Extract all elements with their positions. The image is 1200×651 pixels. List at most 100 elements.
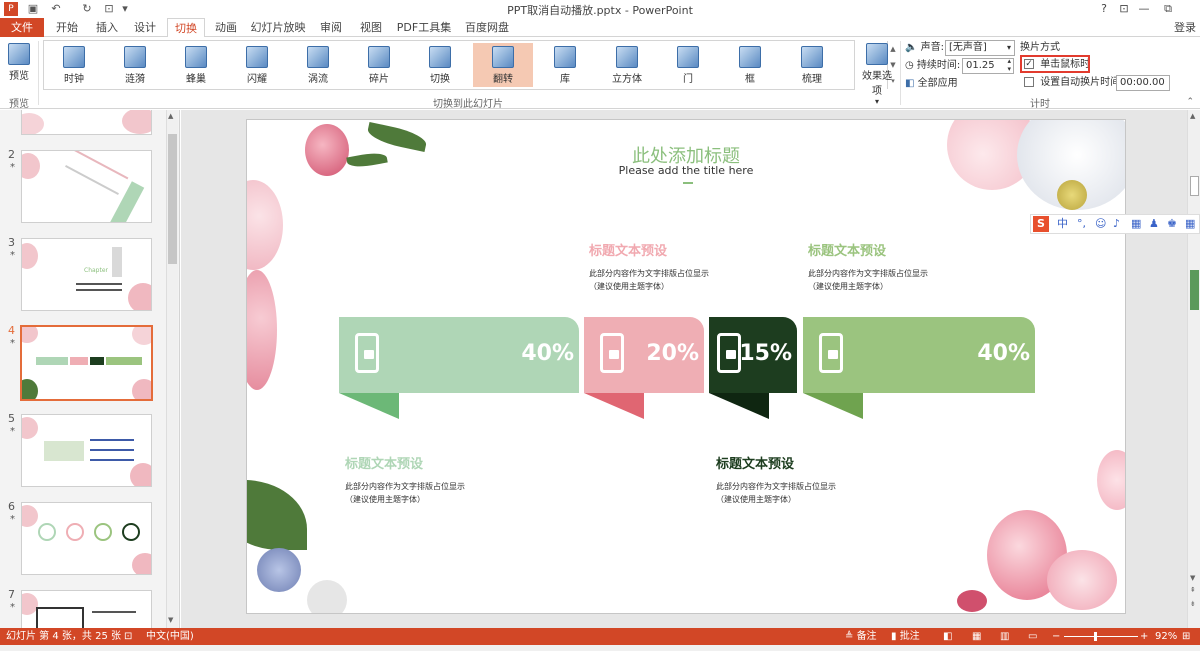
card-percent: 20%: [646, 341, 699, 366]
scroll-up-icon[interactable]: ▲: [168, 112, 173, 120]
vortex-transition-icon: [307, 46, 329, 68]
preview-button[interactable]: 预览: [4, 43, 34, 82]
language-status[interactable]: 中文(中国): [146, 628, 194, 645]
slide-thumbnail[interactable]: [21, 150, 152, 223]
minimize-icon[interactable]: —: [1134, 2, 1154, 15]
tab-baidu-netdisk[interactable]: 百度网盘: [460, 18, 514, 37]
transition-ripple[interactable]: 涟漪: [105, 43, 165, 87]
decor-card: [70, 357, 88, 365]
window-title: PPT取消自动播放.pptx - PowerPoint: [507, 4, 693, 17]
sound-dropdown[interactable]: [无声音] ▾: [945, 40, 1015, 56]
percent-card[interactable]: 40%: [339, 317, 579, 419]
transition-cube[interactable]: 立方体: [597, 43, 657, 87]
reading-view-icon[interactable]: ▥: [1000, 628, 1009, 645]
scroll-down-icon[interactable]: ▼: [168, 616, 173, 624]
transition-flip[interactable]: 翻转: [473, 43, 533, 87]
tab-file[interactable]: 文件: [0, 18, 44, 37]
after-time-option[interactable]: 设置自动换片时间:: [1024, 75, 1124, 91]
slideshow-view-icon[interactable]: ▭: [1028, 628, 1037, 645]
normal-view-icon[interactable]: ◧: [943, 628, 952, 645]
text-block-bottom-left[interactable]: 标题文本预设 此部分内容作为文字排版占位显示 （建议使用主题字体）: [345, 453, 465, 506]
zoom-slider[interactable]: [1064, 636, 1138, 637]
thumbnail-number: 3: [8, 236, 15, 249]
scroll-down-icon[interactable]: ▼: [1190, 574, 1195, 582]
cube-transition-icon: [616, 46, 638, 68]
ime-user-icon[interactable]: ♟: [1149, 215, 1159, 233]
scroll-thumb[interactable]: [168, 134, 177, 264]
spell-check-icon[interactable]: ⊡: [124, 628, 132, 645]
ribbon-display-options-icon[interactable]: ⊡: [1114, 2, 1134, 15]
transition-comb[interactable]: 梳理: [782, 43, 842, 87]
ime-punctuation-icon[interactable]: °,: [1077, 215, 1086, 233]
slide-thumbnail[interactable]: [21, 502, 152, 575]
decor-line: [90, 439, 134, 441]
editor-scrollbar[interactable]: ▲ ▼ ⇞ ⇟: [1187, 110, 1200, 628]
ribbon: 预览 预览 时钟 涟漪 蜂巢 闪耀 涡流 碎片 切换 翻转 库 立方体 门 框 …: [0, 37, 1200, 110]
duration-input[interactable]: 01.25 ▴ ▾: [962, 57, 1014, 74]
ime-voice-icon[interactable]: ♪: [1113, 215, 1120, 233]
transition-doors[interactable]: 门: [658, 43, 718, 87]
percent-card[interactable]: 40%: [803, 317, 1035, 419]
decor-ring: [38, 523, 56, 541]
after-time-input[interactable]: 00:00.00: [1116, 75, 1170, 91]
zoom-level[interactable]: 92%: [1155, 628, 1177, 645]
zoom-in-button[interactable]: +: [1140, 628, 1148, 645]
comments-button[interactable]: ▮ 批注: [891, 628, 920, 645]
tab-slideshow[interactable]: 幻灯片放映: [248, 18, 308, 37]
help-icon[interactable]: ?: [1094, 2, 1114, 15]
preview-group-label: 预览: [9, 99, 29, 110]
transition-shred[interactable]: 碎片: [349, 43, 409, 87]
text-block-bottom-right[interactable]: 标题文本预设 此部分内容作为文字排版占位显示 （建议使用主题字体）: [716, 453, 836, 506]
transition-gallery-effect[interactable]: 库: [535, 43, 595, 87]
text-block-top-left[interactable]: 标题文本预设 此部分内容作为文字排版占位显示 （建议使用主题字体）: [589, 240, 709, 293]
notes-button[interactable]: ≜ 备注: [845, 628, 877, 645]
transition-vortex[interactable]: 涡流: [288, 43, 348, 87]
slide-thumbnail[interactable]: [21, 414, 152, 487]
phone-lock-icon: [717, 333, 741, 373]
slide-thumbnail[interactable]: Chapter: [21, 238, 152, 311]
collapse-ribbon-icon[interactable]: ⌃: [1186, 97, 1194, 107]
slide-subtitle[interactable]: Please add the title here: [247, 164, 1125, 177]
percent-card[interactable]: 20%: [584, 317, 704, 419]
tab-design[interactable]: 设计: [128, 18, 162, 37]
ime-keyboard-icon[interactable]: ▦: [1131, 215, 1141, 233]
apply-all-button[interactable]: ◧ 全部应用: [905, 76, 958, 92]
transition-switch[interactable]: 切换: [410, 43, 470, 87]
tab-review[interactable]: 审阅: [314, 18, 348, 37]
ime-emoji-icon[interactable]: ☺: [1095, 215, 1106, 233]
scroll-thumb[interactable]: [1190, 176, 1199, 196]
percent-card[interactable]: 15%: [709, 317, 797, 419]
tab-animations[interactable]: 动画: [209, 18, 243, 37]
slide-thumbnail[interactable]: [21, 110, 152, 135]
transition-clock[interactable]: 时钟: [44, 43, 104, 87]
transition-glitter[interactable]: 闪耀: [227, 43, 287, 87]
previous-slide-icon[interactable]: ⇞: [1190, 586, 1196, 594]
fit-slide-icon[interactable]: ⊞: [1182, 628, 1190, 645]
tab-insert[interactable]: 插入: [90, 18, 124, 37]
zoom-slider-thumb[interactable]: [1094, 632, 1097, 641]
tab-transitions[interactable]: 切换: [167, 18, 205, 38]
slide-thumbnail[interactable]: [21, 590, 152, 628]
sign-in-link[interactable]: 登录: [1174, 18, 1196, 37]
thumbnail-scrollbar[interactable]: ▲ ▼: [166, 110, 178, 628]
slide-thumbnail-selected[interactable]: [20, 325, 153, 401]
sogou-logo-icon[interactable]: S: [1033, 216, 1049, 232]
ime-toolbox-icon[interactable]: ▦: [1185, 215, 1195, 233]
tab-home[interactable]: 开始: [50, 18, 84, 37]
slide-sorter-view-icon[interactable]: ▦: [972, 628, 981, 645]
slide-thumbnail-pane: 2 * 3 * Chapter 4 * 5 * 6 * 7 * ▲ ▼: [0, 110, 180, 628]
next-slide-icon[interactable]: ⇟: [1190, 600, 1196, 608]
decor-card: [106, 357, 142, 365]
ime-chinese-mode-icon[interactable]: 中: [1057, 215, 1068, 233]
after-time-checkbox[interactable]: [1024, 77, 1034, 87]
text-block-top-right[interactable]: 标题文本预设 此部分内容作为文字排版占位显示 （建议使用主题字体）: [808, 240, 928, 293]
transition-honeycomb[interactable]: 蜂巢: [166, 43, 226, 87]
zoom-out-button[interactable]: −: [1052, 628, 1060, 645]
ime-skin-icon[interactable]: ♚: [1167, 215, 1177, 233]
white-flower-decoration: [307, 580, 347, 613]
scroll-up-icon[interactable]: ▲: [1190, 112, 1195, 120]
transition-box[interactable]: 框: [720, 43, 780, 87]
tab-pdf-tools[interactable]: PDF工具集: [394, 18, 454, 37]
restore-icon[interactable]: ⧉: [1158, 2, 1178, 16]
tab-view[interactable]: 视图: [354, 18, 388, 37]
